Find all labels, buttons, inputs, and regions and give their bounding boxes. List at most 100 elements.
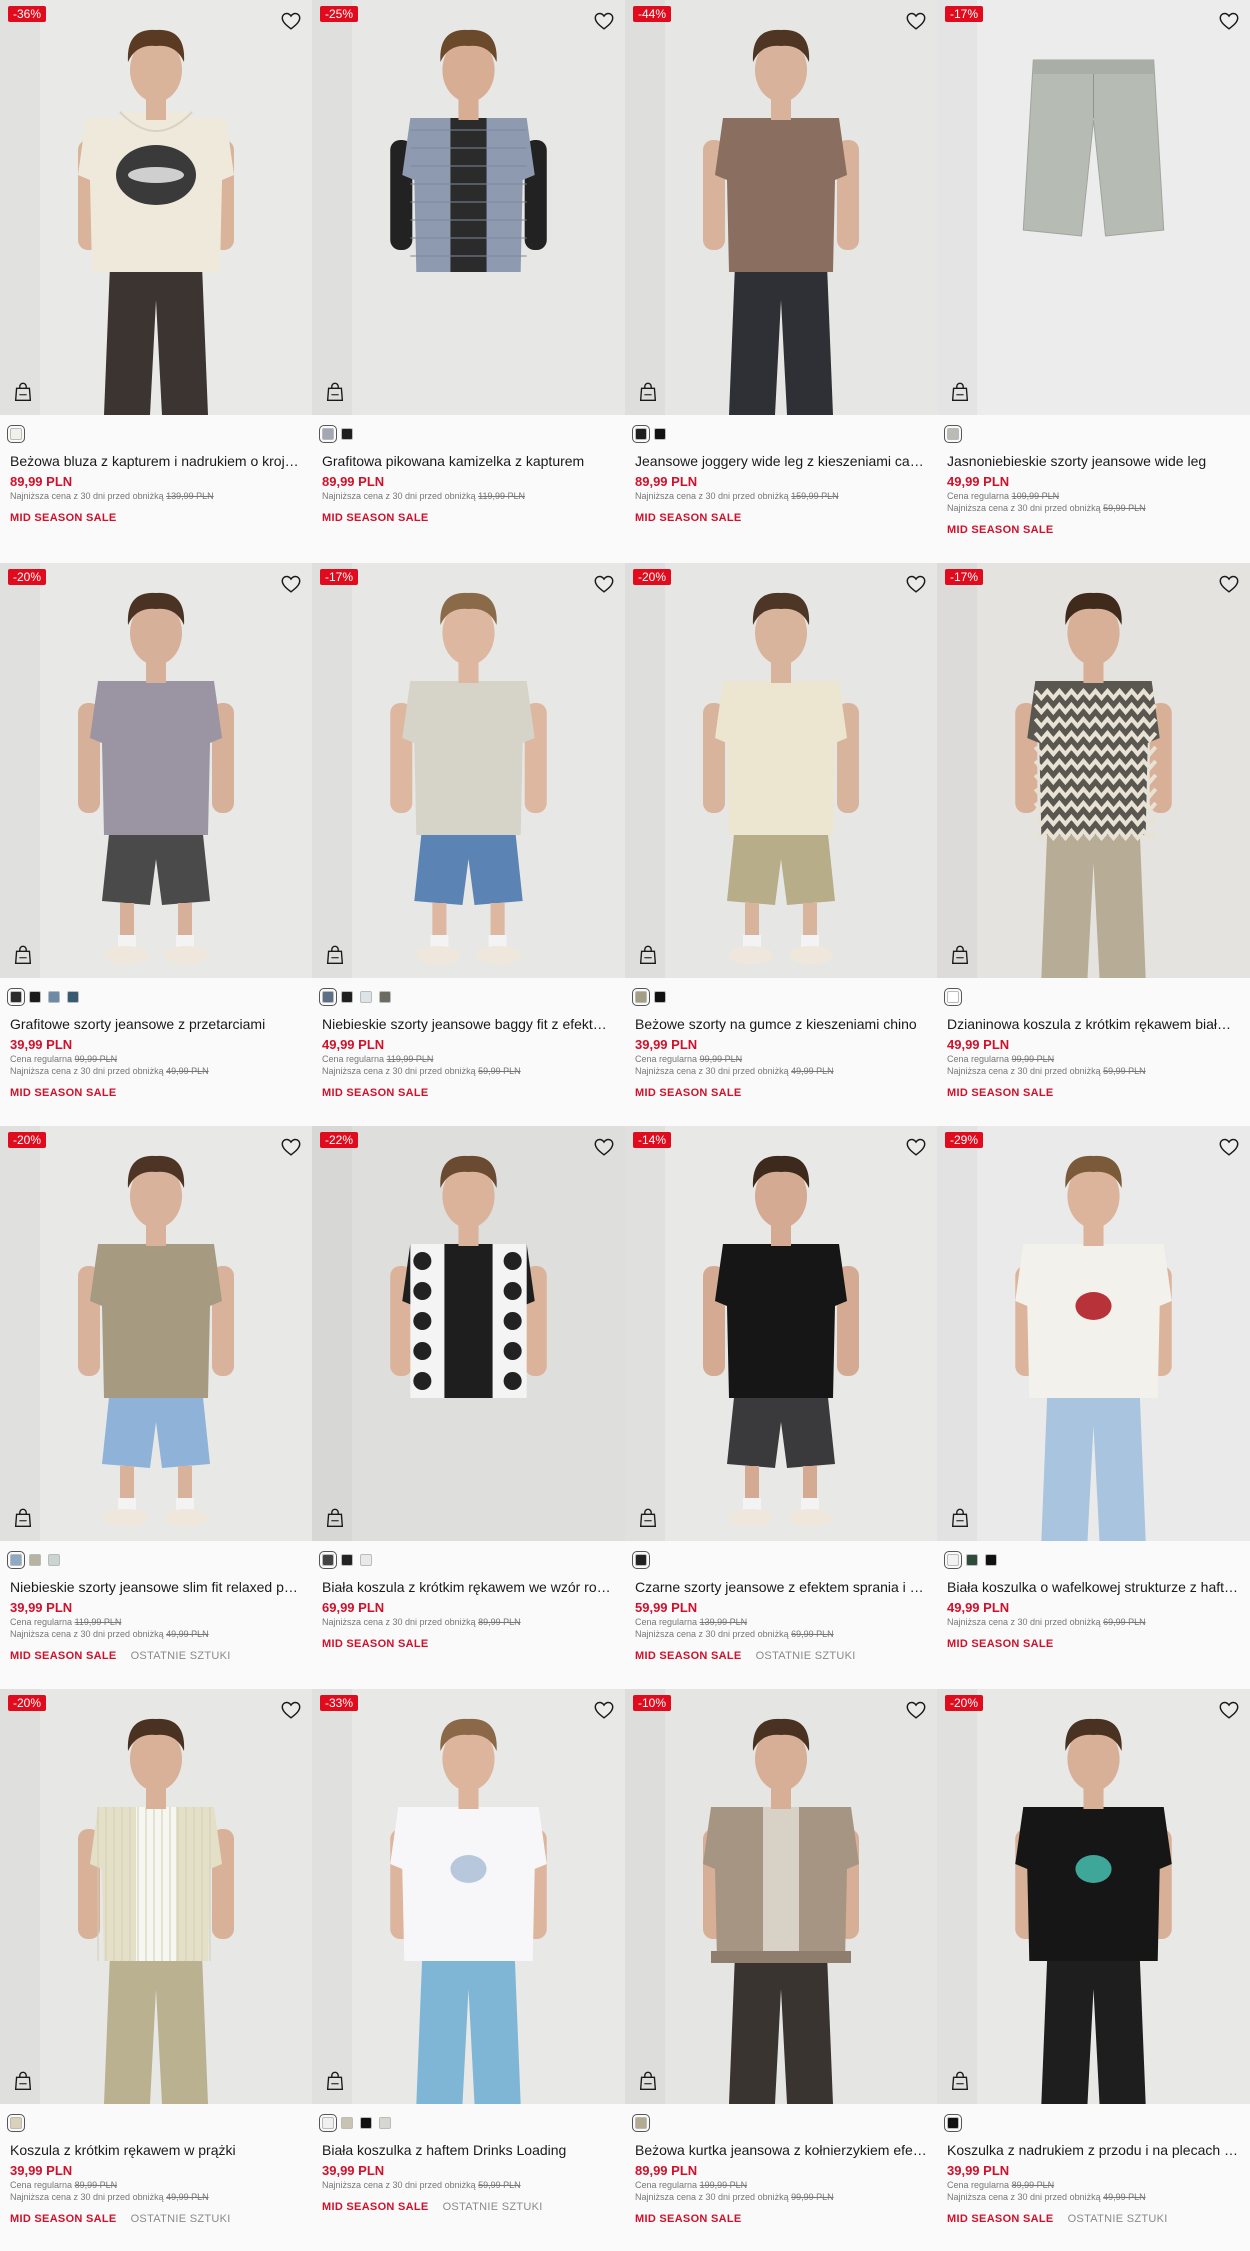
color-swatch[interactable] [48, 991, 60, 1003]
color-swatch[interactable] [7, 1551, 25, 1569]
color-swatch[interactable] [632, 2114, 650, 2132]
product-name[interactable]: Czarne szorty jeansowe z efektem sprania… [635, 1578, 927, 1596]
heart-icon[interactable] [593, 1699, 615, 1721]
product-name[interactable]: Niebieskie szorty jeansowe slim fit rela… [10, 1578, 302, 1596]
color-swatch[interactable] [341, 991, 353, 1003]
shopping-bag-icon[interactable] [949, 381, 971, 403]
product-card[interactable]: -10% Beżowa kurtka jeansowa z kołnierzyk… [625, 1689, 937, 2251]
color-swatch[interactable] [319, 425, 337, 443]
product-card[interactable]: -29% Biała koszulka o wafelkowej struktu… [937, 1126, 1250, 1689]
color-swatch[interactable] [944, 2114, 962, 2132]
shopping-bag-icon[interactable] [949, 2070, 971, 2092]
product-card[interactable]: -33% Biała koszulka z haftem Drinks Load… [312, 1689, 625, 2251]
heart-icon[interactable] [593, 573, 615, 595]
color-swatch[interactable] [944, 1551, 962, 1569]
heart-icon[interactable] [1218, 573, 1240, 595]
color-swatch[interactable] [48, 1554, 60, 1566]
product-name[interactable]: Beżowa kurtka jeansowa z kołnierzykiem e… [635, 2141, 927, 2159]
product-image[interactable]: -29% [937, 1126, 1250, 1541]
shopping-bag-icon[interactable] [324, 2070, 346, 2092]
color-swatch[interactable] [360, 991, 372, 1003]
product-image[interactable]: -44% [625, 0, 937, 415]
product-image[interactable]: -25% [312, 0, 625, 415]
product-image[interactable]: -20% [937, 1689, 1250, 2104]
color-swatch[interactable] [341, 1554, 353, 1566]
product-name[interactable]: Beżowa bluza z kapturem i nadrukiem o kr… [10, 452, 302, 470]
product-image[interactable]: -20% [0, 1126, 312, 1541]
heart-icon[interactable] [1218, 10, 1240, 32]
color-swatch[interactable] [654, 991, 666, 1003]
product-card[interactable]: -20% Niebieskie szorty jeansowe slim fit… [0, 1126, 312, 1689]
product-name[interactable]: Biała koszulka z haftem Drinks Loading [322, 2141, 615, 2159]
color-swatch[interactable] [360, 2117, 372, 2129]
shopping-bag-icon[interactable] [324, 381, 346, 403]
shopping-bag-icon[interactable] [637, 2070, 659, 2092]
product-name[interactable]: Jeansowe joggery wide leg z kieszeniami … [635, 452, 927, 470]
shopping-bag-icon[interactable] [324, 1507, 346, 1529]
product-name[interactable]: Jasnoniebieskie szorty jeansowe wide leg [947, 452, 1240, 470]
color-swatch[interactable] [966, 1554, 978, 1566]
color-swatch[interactable] [67, 991, 79, 1003]
shopping-bag-icon[interactable] [637, 944, 659, 966]
product-image[interactable]: -22% [312, 1126, 625, 1541]
color-swatch[interactable] [632, 1551, 650, 1569]
heart-icon[interactable] [905, 1699, 927, 1721]
color-swatch[interactable] [29, 1554, 41, 1566]
product-image[interactable]: -33% [312, 1689, 625, 2104]
shopping-bag-icon[interactable] [12, 1507, 34, 1529]
shopping-bag-icon[interactable] [12, 944, 34, 966]
product-card[interactable]: -22% Biała koszula z krótkim rękawem we … [312, 1126, 625, 1689]
product-card[interactable]: -25% Grafitowa pikowana kamizelka z kapt… [312, 0, 625, 563]
color-swatch[interactable] [360, 1554, 372, 1566]
color-swatch[interactable] [985, 1554, 997, 1566]
heart-icon[interactable] [905, 573, 927, 595]
product-name[interactable]: Koszulka z nadrukiem z przodu i na pleca… [947, 2141, 1240, 2159]
heart-icon[interactable] [905, 1136, 927, 1158]
shopping-bag-icon[interactable] [324, 944, 346, 966]
product-card[interactable]: -17% Dzianinowa koszula z krótkim rękawe… [937, 563, 1250, 1126]
color-swatch[interactable] [29, 991, 41, 1003]
shopping-bag-icon[interactable] [637, 381, 659, 403]
product-card[interactable]: -36% Beżowa bluza z kapturem i nadrukiem… [0, 0, 312, 563]
color-swatch[interactable] [7, 2114, 25, 2132]
product-card[interactable]: -14% Czarne szorty jeansowe z efektem sp… [625, 1126, 937, 1689]
product-image[interactable]: -17% [312, 563, 625, 978]
product-image[interactable]: -17% [937, 563, 1250, 978]
heart-icon[interactable] [905, 10, 927, 32]
color-swatch[interactable] [654, 428, 666, 440]
product-card[interactable]: -20% Grafitowe szorty jeansowe z przetar… [0, 563, 312, 1126]
heart-icon[interactable] [593, 10, 615, 32]
product-name[interactable]: Biała koszulka o wafelkowej strukturze z… [947, 1578, 1240, 1596]
shopping-bag-icon[interactable] [949, 1507, 971, 1529]
product-card[interactable]: -17% Niebieskie szorty jeansowe baggy fi… [312, 563, 625, 1126]
product-card[interactable]: -20% Koszulka z nadrukiem z przodu i na … [937, 1689, 1250, 2251]
product-image[interactable]: -36% [0, 0, 312, 415]
product-image[interactable]: -17% [937, 0, 1250, 415]
product-name[interactable]: Grafitowa pikowana kamizelka z kapturem [322, 452, 615, 470]
shopping-bag-icon[interactable] [12, 2070, 34, 2092]
heart-icon[interactable] [593, 1136, 615, 1158]
color-swatch[interactable] [379, 991, 391, 1003]
product-card[interactable]: -44% Jeansowe joggery wide leg z kieszen… [625, 0, 937, 563]
color-swatch[interactable] [7, 988, 25, 1006]
product-image[interactable]: -20% [0, 1689, 312, 2104]
heart-icon[interactable] [280, 573, 302, 595]
heart-icon[interactable] [1218, 1136, 1240, 1158]
shopping-bag-icon[interactable] [12, 381, 34, 403]
color-swatch[interactable] [944, 425, 962, 443]
product-image[interactable]: -10% [625, 1689, 937, 2104]
color-swatch[interactable] [319, 1551, 337, 1569]
product-name[interactable]: Biała koszula z krótkim rękawem we wzór … [322, 1578, 615, 1596]
color-swatch[interactable] [341, 428, 353, 440]
product-name[interactable]: Koszula z krótkim rękawem w prążki [10, 2141, 302, 2159]
heart-icon[interactable] [280, 10, 302, 32]
product-card[interactable]: -20% Beżowe szorty na gumce z kieszeniam… [625, 563, 937, 1126]
color-swatch[interactable] [341, 2117, 353, 2129]
shopping-bag-icon[interactable] [949, 944, 971, 966]
heart-icon[interactable] [1218, 1699, 1240, 1721]
color-swatch[interactable] [319, 988, 337, 1006]
product-image[interactable]: -20% [0, 563, 312, 978]
color-swatch[interactable] [944, 988, 962, 1006]
color-swatch[interactable] [319, 2114, 337, 2132]
product-name[interactable]: Beżowe szorty na gumce z kieszeniami chi… [635, 1015, 927, 1033]
